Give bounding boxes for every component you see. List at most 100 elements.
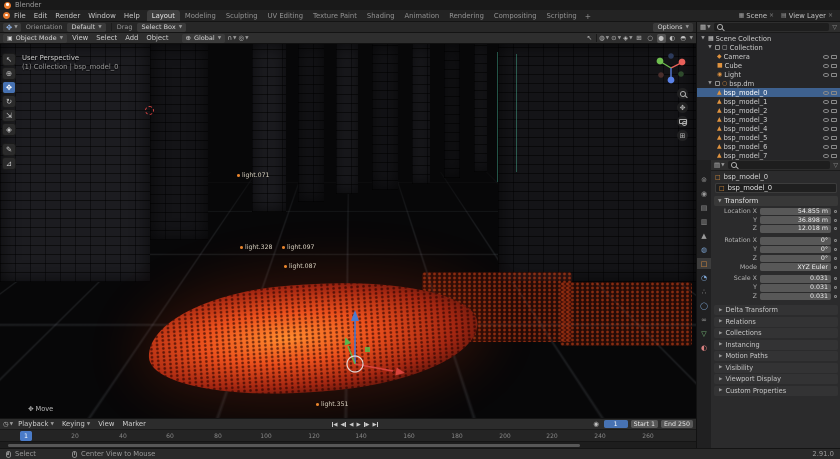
menu-edit[interactable]: Edit bbox=[30, 12, 52, 20]
orientation-dropdown[interactable]: Default ▼ bbox=[67, 22, 106, 32]
world-tab-icon[interactable]: ◍ bbox=[697, 244, 711, 255]
menu-render[interactable]: Render bbox=[51, 12, 84, 20]
timeline-scrollbar[interactable] bbox=[8, 444, 580, 447]
prev-keyframe-button[interactable]: ◀ bbox=[341, 422, 347, 428]
rotation-mode-dropdown[interactable]: XYZ Euler bbox=[760, 263, 831, 271]
render-visibility-icon[interactable] bbox=[831, 72, 837, 77]
animate-dot-icon[interactable] bbox=[834, 295, 837, 299]
output-tab-icon[interactable]: ▤ bbox=[697, 202, 711, 213]
location-x-field[interactable]: 54.855 m bbox=[760, 207, 831, 216]
visibility-eye-icon[interactable] bbox=[823, 135, 829, 140]
physics-tab-icon[interactable]: ◯ bbox=[697, 300, 711, 311]
object-data-tab-icon[interactable]: ▽ bbox=[697, 328, 711, 339]
scale-z-field[interactable]: 0.031 bbox=[760, 292, 831, 301]
animate-dot-icon[interactable] bbox=[834, 209, 837, 213]
workspace-tab-sculpting[interactable]: Sculpting bbox=[221, 10, 263, 21]
next-keyframe-button[interactable]: ▶ bbox=[363, 422, 369, 428]
play-reverse-button[interactable]: ◀ bbox=[349, 422, 353, 428]
animate-dot-icon[interactable] bbox=[834, 248, 837, 252]
mode-dropdown[interactable]: ▣ Object Mode ▼ bbox=[3, 33, 68, 43]
panel-collections[interactable]: ▶ Collections bbox=[714, 328, 838, 339]
timeline-ruler[interactable]: 0 20 40 60 80 100 120 140 160 180 200 22… bbox=[0, 429, 696, 441]
tool-tab-icon[interactable]: ⊚ bbox=[697, 174, 711, 185]
workspace-tab-compositing[interactable]: Compositing bbox=[489, 10, 542, 21]
active-tool-dropdown[interactable]: ✥ ▼ bbox=[3, 22, 21, 32]
object-name-field[interactable]: □ bsp_model_0 bbox=[715, 183, 837, 193]
menu-keying[interactable]: Keying ▼ bbox=[59, 420, 93, 428]
render-visibility-icon[interactable] bbox=[831, 117, 837, 122]
animate-dot-icon[interactable] bbox=[834, 277, 837, 281]
outliner-row-bsp-model-1[interactable]: ▲ bsp_model_1 bbox=[697, 97, 840, 106]
transform-tool-icon[interactable]: ◈ bbox=[2, 123, 16, 136]
light-object[interactable]: light.328 bbox=[240, 244, 273, 251]
rotate-tool-icon[interactable]: ↻ bbox=[2, 95, 16, 108]
panel-motion-paths[interactable]: ▶ Motion Paths bbox=[714, 351, 838, 362]
particles-tab-icon[interactable]: ∴ bbox=[697, 286, 711, 297]
rotation-z-field[interactable]: 0° bbox=[760, 254, 831, 263]
menu-object[interactable]: Object bbox=[143, 34, 171, 42]
menu-help[interactable]: Help bbox=[120, 12, 144, 20]
render-visibility-icon[interactable] bbox=[831, 135, 837, 140]
render-visibility-icon[interactable] bbox=[831, 63, 837, 68]
outliner-row-collection[interactable]: ▼ ▢ Collection bbox=[697, 43, 840, 52]
move-tool-icon[interactable]: ✥ bbox=[2, 81, 16, 94]
properties-search-input[interactable] bbox=[727, 161, 831, 169]
workspace-tab-uv-editing[interactable]: UV Editing bbox=[263, 10, 308, 21]
visibility-eye-icon[interactable] bbox=[823, 90, 829, 95]
menu-view[interactable]: View bbox=[95, 420, 117, 428]
outliner-row-bsp-model-6[interactable]: ▲ bsp_model_6 bbox=[697, 142, 840, 151]
constraints-tab-icon[interactable]: ∞ bbox=[697, 314, 711, 325]
render-visibility-icon[interactable] bbox=[831, 126, 837, 131]
move-gizmo[interactable] bbox=[306, 302, 406, 412]
visibility-eye-icon[interactable] bbox=[823, 99, 829, 104]
measure-tool-icon[interactable]: ⊿ bbox=[2, 157, 16, 170]
visibility-eye-icon[interactable] bbox=[823, 126, 829, 131]
zoom-icon[interactable] bbox=[677, 88, 688, 99]
panel-viewport-display[interactable]: ▶ Viewport Display bbox=[714, 374, 838, 385]
menu-window[interactable]: Window bbox=[84, 12, 120, 20]
outliner-row-scene-collection[interactable]: ▼ ▦ Scene Collection bbox=[697, 34, 840, 43]
outliner-row-camera[interactable]: ◆ Camera bbox=[697, 52, 840, 61]
workspace-tab-layout[interactable]: Layout bbox=[146, 10, 180, 21]
orbit-navigation-gizmo[interactable] bbox=[653, 50, 689, 86]
shading-material-icon[interactable]: ◐ bbox=[668, 34, 677, 43]
blender-menu-icon[interactable] bbox=[3, 12, 10, 19]
outliner-row-light[interactable]: ◉ Light bbox=[697, 70, 840, 79]
menu-playback[interactable]: Playback ▼ bbox=[15, 420, 57, 428]
cursor-tool-icon[interactable]: ⊕ bbox=[2, 67, 16, 80]
collection-checkbox[interactable] bbox=[715, 81, 720, 86]
3d-viewport[interactable]: light.071 light.328 light.097 light.087 … bbox=[0, 44, 696, 418]
workspace-tab-rendering[interactable]: Rendering bbox=[444, 10, 489, 21]
menu-file[interactable]: File bbox=[10, 12, 30, 20]
current-frame-field[interactable]: 1 bbox=[603, 420, 628, 428]
proportional-editing-icon[interactable]: ◎ ▼ bbox=[238, 34, 248, 43]
object-tab-icon[interactable]: □ bbox=[697, 258, 711, 269]
jump-to-end-button[interactable]: ▶ bbox=[372, 422, 379, 428]
rotation-x-field[interactable]: 0° bbox=[760, 237, 831, 245]
menu-view[interactable]: View bbox=[69, 34, 91, 42]
outliner-row-bsp-model-3[interactable]: ▲ bsp_model_3 bbox=[697, 115, 840, 124]
render-visibility-icon[interactable] bbox=[831, 90, 837, 95]
animate-dot-icon[interactable] bbox=[834, 218, 837, 222]
scene-selector[interactable]: ▦ Scene × bbox=[739, 12, 774, 20]
annotate-tool-icon[interactable]: ✎ bbox=[2, 143, 16, 156]
animate-dot-icon[interactable] bbox=[834, 239, 837, 243]
panel-instancing[interactable]: ▶ Instancing bbox=[714, 339, 838, 350]
light-object[interactable]: light.071 bbox=[237, 172, 270, 179]
overlays-dropdown-icon[interactable]: ◈ ▼ bbox=[623, 34, 632, 43]
outliner-row-bsp-model-0[interactable]: ▲ bsp_model_0 bbox=[697, 88, 840, 97]
outliner-search-input[interactable] bbox=[713, 23, 830, 31]
auto-keying-icon[interactable]: ◉ bbox=[592, 420, 601, 429]
outliner-row-bsp-model-5[interactable]: ▲ bsp_model_5 bbox=[697, 133, 840, 142]
menu-add[interactable]: Add bbox=[122, 34, 141, 42]
render-visibility-icon[interactable] bbox=[831, 54, 837, 59]
render-visibility-icon[interactable] bbox=[831, 153, 837, 158]
visibility-eye-icon[interactable] bbox=[823, 144, 829, 149]
frame-end-field[interactable]: End 250 bbox=[661, 420, 693, 428]
menu-select[interactable]: Select bbox=[93, 34, 120, 42]
scale-tool-icon[interactable]: ⇲ bbox=[2, 109, 16, 122]
view-layer-selector[interactable]: ▤ View Layer × bbox=[781, 12, 833, 20]
outliner-row-bsp-model-7[interactable]: ▲ bsp_model_7 bbox=[697, 151, 840, 160]
scene-tab-icon[interactable]: ▲ bbox=[697, 230, 711, 241]
outliner-row-cube[interactable]: ■ Cube bbox=[697, 61, 840, 70]
